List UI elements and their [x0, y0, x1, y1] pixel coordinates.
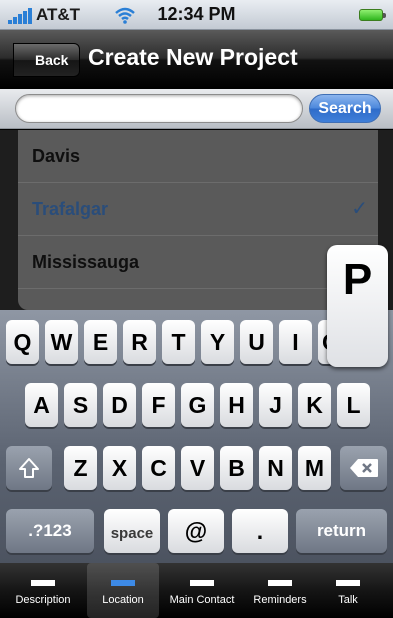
key-popup-p: P — [327, 245, 388, 367]
status-time: 12:34 PM — [157, 4, 236, 24]
key-m[interactable]: M — [298, 446, 331, 490]
search-input[interactable] — [15, 94, 303, 123]
backspace-icon — [349, 459, 378, 477]
list-item-label: Trafalgar — [32, 199, 109, 219]
location-list: Davis Trafalgar ✓ Mississauga — [18, 130, 378, 310]
key-l[interactable]: L — [337, 383, 370, 427]
page-title: Create New Project — [88, 44, 298, 70]
main-contact-tab-icon — [190, 580, 214, 586]
list-item[interactable]: Mississauga — [18, 236, 378, 289]
key-a[interactable]: A — [25, 383, 58, 427]
tab-description[interactable]: Description — [4, 563, 82, 618]
key-t[interactable]: T — [162, 320, 195, 364]
key-v[interactable]: V — [181, 446, 214, 490]
search-bar: Search — [0, 89, 393, 129]
key-e[interactable]: E — [84, 320, 117, 364]
key-x[interactable]: X — [103, 446, 136, 490]
tab-reminders[interactable]: Reminders — [244, 563, 316, 618]
key-u[interactable]: U — [240, 320, 273, 364]
tab-label: Location — [102, 594, 144, 606]
key-q[interactable]: Q — [6, 320, 39, 364]
status-bar: AT&T 12:34 PM — [0, 0, 393, 30]
back-button-label: Back — [35, 52, 69, 68]
tab-label: Main Contact — [169, 594, 235, 606]
at-key[interactable]: @ — [168, 509, 224, 553]
navigation-bar: Back Create New Project — [0, 30, 393, 89]
key-h[interactable]: H — [220, 383, 253, 427]
key-r[interactable]: R — [123, 320, 156, 364]
tab-location[interactable]: Location — [87, 563, 159, 618]
key-i[interactable]: I — [279, 320, 312, 364]
list-item-label: Mississauga — [32, 252, 140, 272]
tab-main-contact[interactable]: Main Contact — [163, 563, 241, 618]
checkmark-icon: ✓ — [351, 198, 368, 220]
tab-talk[interactable]: Talk — [318, 563, 378, 618]
delete-key[interactable] — [340, 446, 387, 490]
key-popup-label: P — [342, 255, 373, 304]
key-y[interactable]: Y — [201, 320, 234, 364]
tab-bar: Description Location Main Contact Remind… — [0, 563, 393, 618]
shift-key[interactable] — [6, 446, 52, 490]
tab-label: Talk — [338, 594, 358, 606]
list-item[interactable]: Trafalgar ✓ — [18, 183, 378, 236]
reminders-tab-icon — [268, 580, 292, 586]
list-item-label: Davis — [32, 146, 81, 166]
location-tab-icon — [111, 580, 135, 586]
talk-tab-icon — [336, 580, 360, 586]
tab-label: Description — [15, 594, 71, 606]
battery-icon — [359, 9, 386, 21]
dot-key[interactable]: . — [232, 509, 288, 553]
key-n[interactable]: N — [259, 446, 292, 490]
return-key[interactable]: return — [296, 509, 387, 553]
list-item[interactable]: Davis — [18, 130, 378, 183]
key-b[interactable]: B — [220, 446, 253, 490]
tab-label: Reminders — [253, 594, 307, 606]
key-g[interactable]: G — [181, 383, 214, 427]
key-c[interactable]: C — [142, 446, 175, 490]
shift-icon — [19, 458, 39, 478]
key-z[interactable]: Z — [64, 446, 97, 490]
key-j[interactable]: J — [259, 383, 292, 427]
numbers-key[interactable]: .?123 — [6, 509, 94, 553]
back-button[interactable]: Back — [13, 43, 81, 77]
description-tab-icon — [31, 580, 55, 586]
key-f[interactable]: F — [142, 383, 175, 427]
key-w[interactable]: W — [45, 320, 78, 364]
space-key[interactable]: space — [104, 509, 160, 553]
key-d[interactable]: D — [103, 383, 136, 427]
search-button[interactable]: Search — [309, 94, 381, 123]
key-s[interactable]: S — [64, 383, 97, 427]
key-k[interactable]: K — [298, 383, 331, 427]
